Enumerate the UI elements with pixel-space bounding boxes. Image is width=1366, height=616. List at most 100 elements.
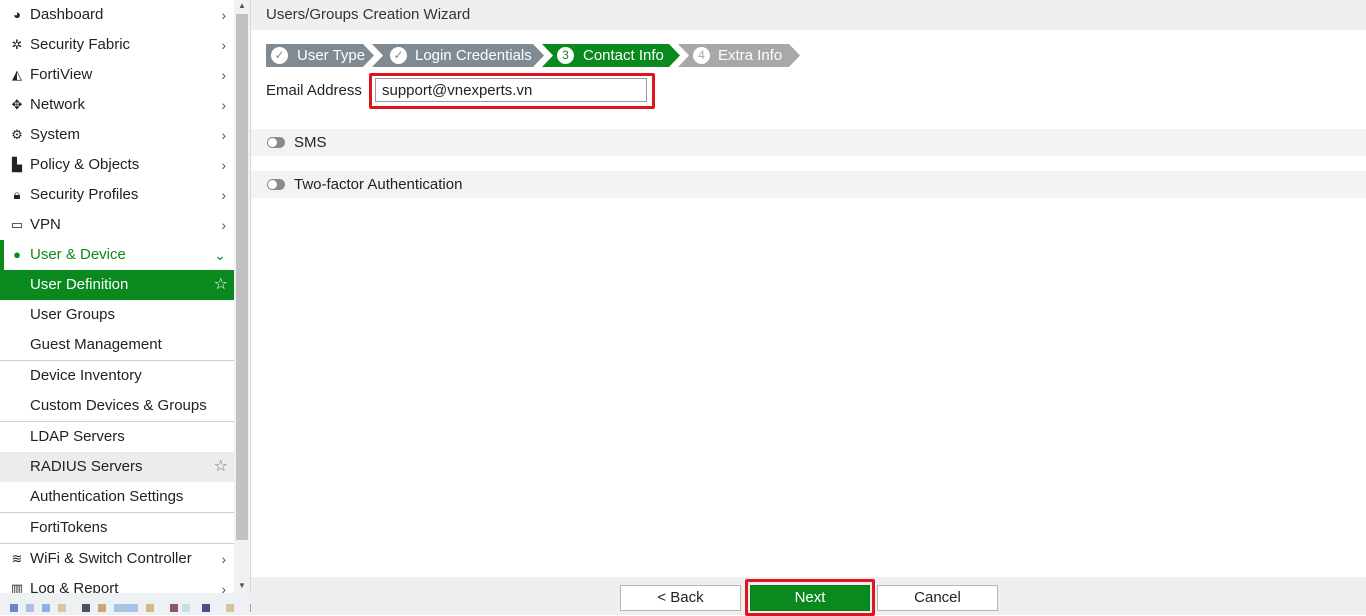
sidebar-item-label: Policy & Objects: [30, 156, 140, 173]
two-factor-toggle[interactable]: [267, 179, 285, 190]
sidebar-item-dashboard[interactable]: ◕ Dashboard ›: [0, 0, 234, 30]
chevron-down-icon: ⌄: [214, 247, 226, 263]
user-icon: ●: [13, 247, 21, 262]
chevron-right-icon: ›: [221, 127, 226, 143]
sidebar-item-network[interactable]: ✥ Network ›: [0, 90, 234, 120]
two-factor-label: Two-factor Authentication: [294, 176, 463, 193]
sidebar-item-label: FortiView: [30, 66, 93, 83]
step-number-icon: 4: [693, 47, 710, 64]
step-label: Contact Info: [583, 47, 664, 64]
sidebar-item-label: Dashboard: [30, 6, 104, 23]
blur-pixel: [10, 604, 18, 612]
star-icon[interactable]: ☆: [214, 270, 228, 300]
chevron-right-icon: ›: [221, 67, 226, 83]
blur-pixel: [114, 604, 138, 612]
sidebar-subitem-label: FortiTokens: [30, 519, 108, 536]
sidebar-item-wifi-switch[interactable]: ≋ WiFi & Switch Controller ›: [0, 544, 234, 574]
sidebar-subitem-label: RADIUS Servers: [30, 458, 143, 475]
checkmark-icon: ✓: [271, 47, 288, 64]
sidebar-subitem-ldap-servers[interactable]: LDAP Servers: [0, 422, 234, 452]
blur-pixel: [170, 604, 178, 612]
sidebar-subitem-fortitokens[interactable]: FortiTokens: [0, 513, 234, 543]
sidebar-item-policy-objects[interactable]: ▙ Policy & Objects ›: [0, 150, 234, 180]
sidebar-item-label: VPN: [30, 216, 61, 233]
wizard-title-bar: Users/Groups Creation Wizard: [251, 0, 1366, 30]
laptop-icon: ▭: [10, 217, 24, 232]
sidebar-subitem-label: Custom Devices & Groups: [30, 397, 207, 414]
sidebar-subitem-guest-management[interactable]: Guest Management: [0, 330, 234, 360]
sidebar-subitem-custom-devices-groups[interactable]: Custom Devices & Groups: [0, 391, 234, 421]
chevron-right-icon: ›: [221, 97, 226, 113]
chevron-right-icon: ›: [221, 551, 226, 567]
page-title: Users/Groups Creation Wizard: [266, 6, 471, 23]
sidebar-item-vpn[interactable]: ▭ VPN ›: [0, 210, 234, 240]
sidebar-subitem-label: Authentication Settings: [30, 488, 184, 505]
scroll-down-icon[interactable]: ▼: [236, 580, 248, 592]
blur-pixel: [146, 604, 154, 612]
sidebar-item-system[interactable]: ⚙ System ›: [0, 120, 234, 150]
sidebar-item-label: Security Profiles: [30, 186, 139, 203]
blur-pixel: [182, 604, 190, 612]
fortiview-icon: ◭: [12, 67, 22, 82]
email-label: Email Address: [266, 82, 362, 99]
sidebar-subitem-device-inventory[interactable]: Device Inventory: [0, 361, 234, 391]
step-label: Extra Info: [718, 47, 783, 64]
star-icon[interactable]: ☆: [214, 452, 228, 482]
sidebar-subitem-label: LDAP Servers: [30, 428, 125, 445]
cancel-button[interactable]: Cancel: [877, 585, 998, 611]
step-user-type[interactable]: ✓ User Type: [266, 44, 374, 67]
security-fabric-icon: ✲: [11, 37, 23, 52]
sidebar-item-security-fabric[interactable]: ✲ Security Fabric ›: [0, 30, 234, 60]
policy-icon: ▙: [12, 157, 22, 172]
scrollbar-thumb[interactable]: [236, 14, 248, 540]
blur-pixel: [98, 604, 106, 612]
sidebar-item-fortiview[interactable]: ◭ FortiView ›: [0, 60, 234, 90]
step-contact-info[interactable]: 3 Contact Info: [542, 44, 680, 67]
sidebar-item-label: User & Device: [30, 246, 126, 263]
step-number-icon: 3: [557, 47, 574, 64]
sidebar-item-label: System: [30, 126, 81, 143]
next-button[interactable]: Next: [750, 585, 870, 611]
sidebar-subitem-radius-servers[interactable]: RADIUS Servers ☆: [0, 452, 234, 482]
chevron-right-icon: ›: [221, 37, 226, 53]
dashboard-icon: ◕: [13, 7, 21, 22]
blur-pixel: [26, 604, 34, 612]
step-extra-info[interactable]: 4 Extra Info: [678, 44, 800, 67]
scroll-up-icon[interactable]: ▲: [236, 0, 248, 12]
sidebar-item-security-profiles[interactable]: 🔒︎ Security Profiles ›: [0, 180, 234, 210]
chevron-right-icon: ›: [221, 187, 226, 203]
sms-section: SMS: [251, 129, 1366, 156]
sidebar-subitem-user-groups[interactable]: User Groups: [0, 300, 234, 330]
step-login-credentials[interactable]: ✓ Login Credentials: [372, 44, 544, 67]
blur-pixel: [82, 604, 90, 612]
chevron-right-icon: ›: [221, 217, 226, 233]
chevron-right-icon: ›: [221, 7, 226, 23]
back-button[interactable]: < Back: [620, 585, 741, 611]
lock-icon: 🔒︎: [13, 187, 21, 202]
panel-divider: [250, 0, 251, 615]
step-label: Login Credentials: [415, 47, 532, 64]
blur-pixel: [202, 604, 210, 612]
sidebar: ◕ Dashboard › ✲ Security Fabric › ◭ Fort…: [0, 0, 234, 615]
chevron-right-icon: ›: [221, 157, 226, 173]
gear-icon: ⚙: [11, 127, 23, 142]
step-label: User Type: [297, 47, 366, 64]
blur-pixel: [58, 604, 66, 612]
sms-label: SMS: [294, 134, 327, 151]
wifi-icon: ≋: [11, 551, 23, 566]
sidebar-item-label: WiFi & Switch Controller: [30, 550, 192, 567]
sidebar-subitem-user-definition[interactable]: User Definition ☆: [0, 270, 234, 300]
network-icon: ✥: [11, 97, 23, 112]
two-factor-section: Two-factor Authentication: [251, 171, 1366, 198]
blur-pixel: [42, 604, 50, 612]
sidebar-subitem-authentication-settings[interactable]: Authentication Settings: [0, 482, 234, 512]
sidebar-item-label: Security Fabric: [30, 36, 131, 53]
email-field[interactable]: [375, 78, 647, 102]
sms-toggle[interactable]: [267, 137, 285, 148]
sidebar-item-label: Network: [30, 96, 86, 113]
sidebar-subitem-label: Device Inventory: [30, 367, 142, 384]
sidebar-subitem-label: User Definition: [30, 276, 129, 293]
sidebar-item-user-device[interactable]: ● User & Device ⌄: [0, 240, 234, 270]
blur-pixel: [226, 604, 234, 612]
sidebar-subitem-label: Guest Management: [30, 336, 162, 353]
